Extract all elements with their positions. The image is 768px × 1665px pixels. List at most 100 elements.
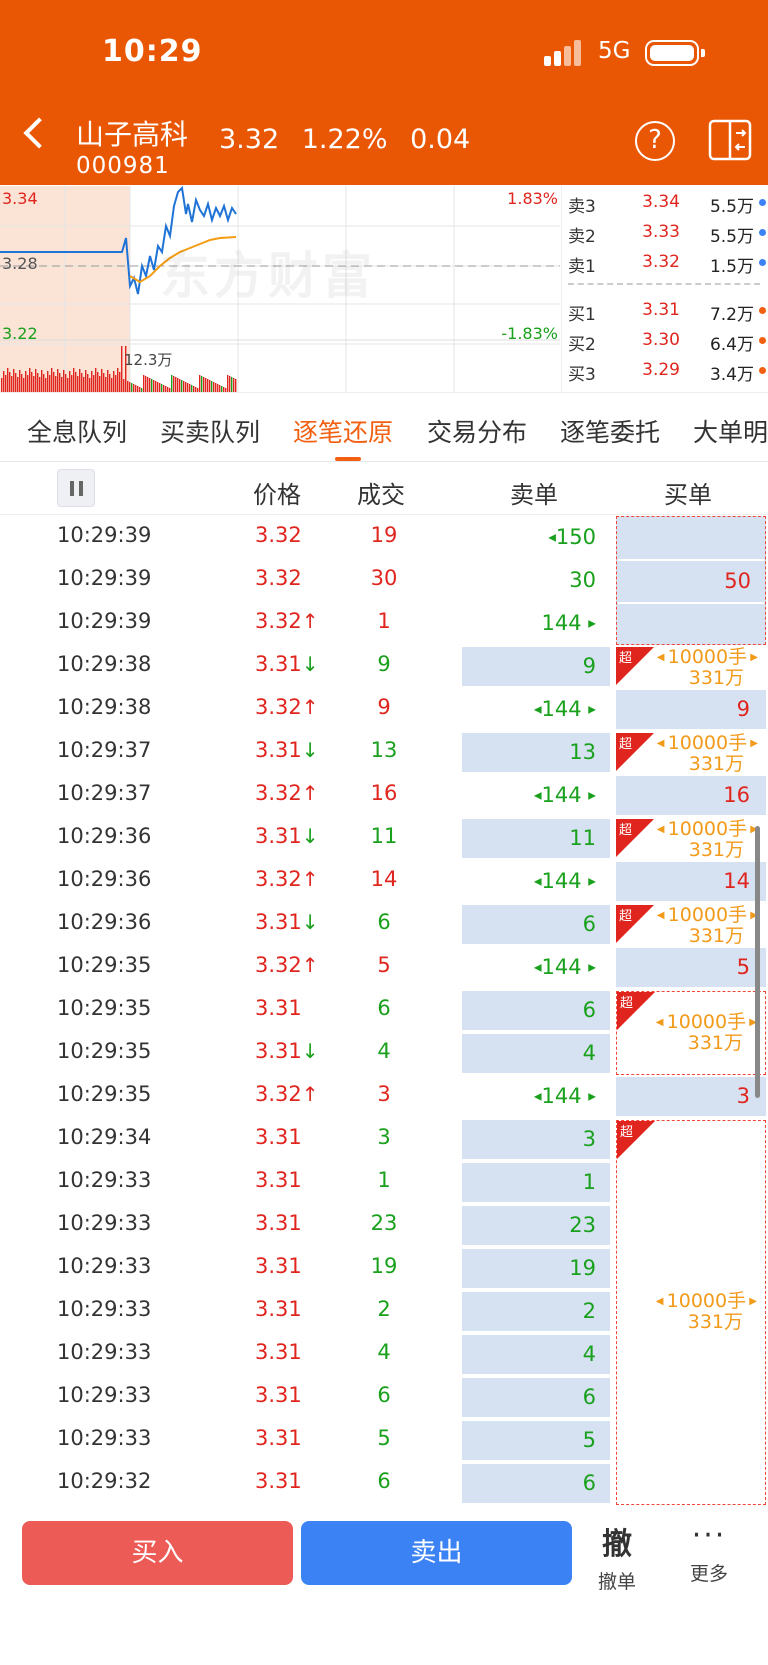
intraday-chart[interactable]: 东方财富 3.34 3.28 3.22 1.83% -1.83% 12.3万: [0, 186, 560, 392]
big-order-block[interactable]: 超 ◀ 10000手 ▶ 331万: [616, 733, 766, 775]
ask-volume: 5.5万: [709, 227, 754, 247]
bid-row[interactable]: 买1 3.31 7.2万: [568, 296, 766, 326]
battery-icon: [645, 40, 705, 66]
arrow-down-icon: ↓: [301, 910, 319, 934]
trade-time: 10:29:35: [57, 1082, 152, 1106]
volume-bar: [143, 375, 145, 392]
sell-order: ◀150: [462, 518, 610, 557]
ask-row[interactable]: 卖1 3.32 1.5万: [568, 248, 766, 278]
trade-volume: 9: [377, 652, 391, 676]
price-value: 3.31: [255, 1469, 302, 1493]
volume-bar: [205, 378, 207, 392]
trade-volume: 3: [377, 1082, 391, 1106]
trade-time: 10:29:33: [57, 1254, 152, 1278]
price-value: 3.32: [255, 1082, 302, 1106]
badge-text: 超: [619, 823, 633, 838]
sell-value: 144: [541, 783, 582, 807]
big-order-block[interactable]: 超 ◀ 10000手 ▶ 331万: [616, 1120, 766, 1505]
tab-tick-restore[interactable]: 逐笔还原: [293, 413, 393, 449]
trade-price: 3.32↑: [255, 695, 319, 719]
buy-button[interactable]: 买入: [22, 1521, 293, 1585]
trade-price: 3.31: [255, 1168, 302, 1192]
trade-row: 10:29:38 3.32↑ 9 ◀144 ▶ 9: [0, 688, 768, 731]
trade-volume: 1: [377, 1168, 391, 1192]
sell-order: 6: [462, 1464, 610, 1503]
sell-value: 13: [569, 740, 596, 764]
dot-icon: [759, 259, 766, 266]
volume-bar: [213, 382, 215, 392]
big-order-amount: 331万: [688, 667, 744, 689]
big-order-block[interactable]: 超 ◀ 10000手 ▶ 331万: [616, 647, 766, 689]
cancel-icon: 撤: [602, 1527, 632, 1562]
col-volume: 成交: [357, 481, 405, 509]
volume-bar: [79, 369, 81, 392]
sell-order: ◀144 ▶: [462, 776, 610, 815]
volume-bar: [175, 377, 177, 392]
big-order-block[interactable]: 超 ◀ 10000手 ▶ 331万: [616, 819, 766, 861]
bid-price: 3.29: [642, 360, 680, 380]
volume-bar: [147, 377, 149, 392]
volume-bar: [155, 381, 157, 392]
caret-left-icon: ◀: [533, 962, 542, 974]
volume-bar: [229, 376, 231, 392]
caret-right-icon: ▶: [588, 618, 596, 630]
price-value: 3.31: [255, 652, 302, 676]
scrollbar[interactable]: [755, 826, 760, 1098]
volume-bar: [85, 370, 87, 392]
trade-price: 3.32↑: [255, 609, 319, 633]
help-icon[interactable]: ?: [635, 121, 675, 161]
switch-view-icon[interactable]: [708, 119, 752, 161]
tab-tick-orders[interactable]: 逐笔委托: [560, 413, 660, 449]
buy-group-value: 50: [724, 569, 751, 593]
trade-price: 3.32↑: [255, 1082, 319, 1106]
bid-row[interactable]: 买3 3.29 3.4万: [568, 356, 766, 386]
ask-row[interactable]: 卖3 3.34 5.5万: [568, 188, 766, 218]
volume-bar: [199, 375, 201, 392]
pause-icon[interactable]: [57, 469, 95, 507]
sell-value: 6: [582, 998, 596, 1022]
volume-bar: [53, 372, 55, 392]
ask-volume: 5.5万: [709, 197, 754, 217]
volume-bar: [37, 373, 39, 392]
back-icon[interactable]: [23, 117, 55, 149]
volume-bar: [163, 385, 165, 392]
tab-full-queue[interactable]: 全息队列: [27, 413, 127, 449]
trade-volume: 1: [377, 609, 391, 633]
volume-bar: [19, 370, 21, 392]
trade-price: 3.32↑: [255, 867, 319, 891]
volume-bar: [35, 369, 37, 392]
trade-time: 10:29:33: [57, 1340, 152, 1364]
volume-bar: [43, 374, 45, 392]
big-order-text: ◀ 10000手 ▶ 331万: [656, 1012, 757, 1054]
trade-volume: 16: [370, 781, 398, 805]
cancel-order-button[interactable]: 撤 撤单: [584, 1519, 650, 1594]
tab-big-orders[interactable]: 大单明细: [693, 413, 768, 449]
trade-volume: 3: [377, 1125, 391, 1149]
volume-bar: [117, 368, 119, 392]
tab-bid-ask-queue[interactable]: 买卖队列: [160, 413, 260, 449]
big-order-block[interactable]: 超 ◀ 10000手 ▶ 331万: [616, 991, 766, 1075]
volume-bar: [235, 379, 237, 392]
big-order-amount: 331万: [688, 925, 744, 947]
bid-row[interactable]: 买2 3.30 6.4万: [568, 326, 766, 356]
bid-label: 买3: [568, 365, 596, 385]
ask-label: 卖3: [568, 197, 596, 217]
price-value: 3.32: [255, 781, 302, 805]
trade-row: 10:29:36 3.32↑ 14 ◀144 ▶ 14: [0, 860, 768, 903]
chart-up-pct: 1.83%: [507, 189, 558, 208]
big-order-block[interactable]: 超 ◀ 10000手 ▶ 331万: [616, 905, 766, 947]
volume-bar: [11, 376, 13, 392]
tab-trade-distribution[interactable]: 交易分布: [427, 413, 527, 449]
sell-value: 6: [582, 912, 596, 936]
ask-row[interactable]: 卖2 3.33 5.5万: [568, 218, 766, 248]
volume-bar: [15, 373, 17, 392]
volume-bar: [81, 373, 83, 392]
trade-list[interactable]: 10:29:39 3.32 19 ◀150 10:29:39 3.32 30 30 10:29:…: [0, 516, 768, 1509]
sell-button[interactable]: 卖出: [301, 1521, 572, 1585]
trade-price: 3.31: [255, 1426, 302, 1450]
trade-volume: 23: [370, 1211, 398, 1235]
more-button[interactable]: ··· 更多: [676, 1519, 742, 1586]
sell-order: ◀144 ▶: [462, 948, 610, 987]
dot-icon: [759, 367, 766, 374]
trade-price: 3.32↑: [255, 953, 319, 977]
